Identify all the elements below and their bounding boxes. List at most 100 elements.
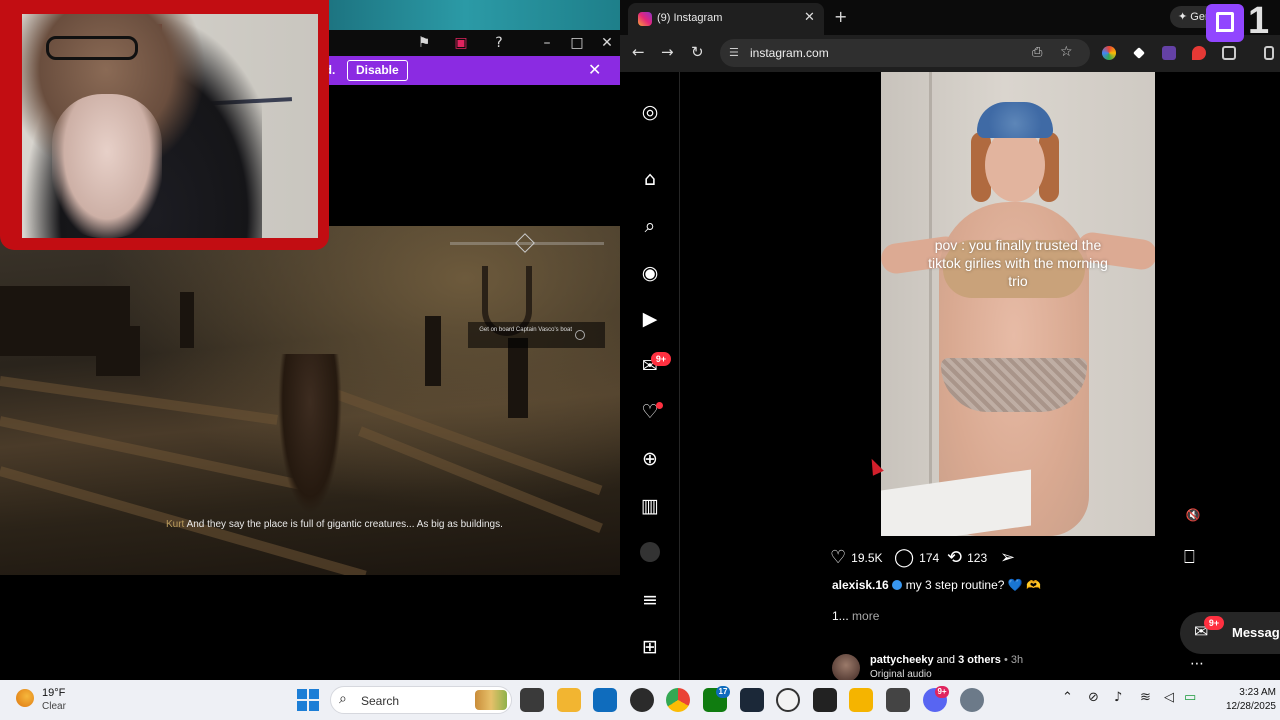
file-explorer-icon[interactable] [557, 688, 581, 712]
microsoft-store-icon[interactable] [593, 688, 617, 712]
also-from-meta-icon[interactable]: ⊞ [638, 635, 662, 659]
caption-text: my 3 step routine? 💙 🫶 [905, 578, 1041, 592]
reload-icon[interactable]: ↻ [691, 43, 704, 61]
caption-more: 1... more [832, 609, 879, 623]
epic-games-icon[interactable] [813, 688, 837, 712]
dock-post [508, 338, 528, 418]
back-icon[interactable]: ← [632, 43, 645, 61]
video-text-overlay: pov : you finally trusted the tiktok gir… [928, 237, 1108, 289]
repost-action[interactable]: ⟲ 123 [947, 547, 987, 569]
messages-button[interactable]: ✉ 9+ Messages [1180, 612, 1280, 654]
close-icon[interactable]: ✕ [588, 60, 601, 79]
instagram-logo-icon[interactable]: ◎ [638, 100, 662, 124]
video-subject-headband [977, 102, 1053, 138]
chrome-icon[interactable] [666, 688, 690, 712]
flag-icon[interactable]: ⚑ [413, 33, 435, 53]
dock-plank [298, 376, 603, 496]
save-bookmark-icon[interactable]: ⎕ [1184, 547, 1195, 568]
author-others[interactable]: 3 others [958, 654, 1001, 666]
windows-taskbar: 19°F Clear ⌕ Search 17 9+ ⌃ ⊘ ♪ ≋ ◁ ▭ 3:… [0, 680, 1280, 720]
chevron-up-icon[interactable]: ⌃ [1062, 690, 1073, 705]
windows-logo-icon [309, 701, 319, 711]
screen-record-icon[interactable]: ▣ [450, 33, 472, 53]
settings-gear-icon[interactable] [960, 688, 984, 712]
more-menu-icon[interactable]: ≡ [638, 588, 662, 612]
extensions-puzzle-icon[interactable] [1222, 46, 1236, 60]
archive-tool-icon[interactable] [886, 688, 910, 712]
profile-avatar[interactable] [640, 542, 660, 562]
obs-icon[interactable] [630, 688, 654, 712]
webcam-feed [22, 14, 318, 238]
network-off-icon[interactable]: ⊘ [1088, 690, 1099, 705]
microphone-icon[interactable]: ♪ [1114, 690, 1122, 705]
explore-icon[interactable]: ◉ [638, 261, 662, 285]
wifi-icon[interactable]: ≋ [1140, 690, 1151, 705]
extension-color-icon[interactable] [1102, 46, 1116, 60]
volume-icon[interactable]: ◁ [1164, 690, 1174, 705]
dashboard-icon[interactable]: ▥ [638, 494, 662, 518]
post-actions: ♡ 19.5K ◯ 174 ⟲ 123 ➢ ⎕ [830, 547, 1210, 569]
instagram-sidebar: ◎ ⌂ ⌕ ◉ ▶ ✉ 9+ ♡ ⊕ ▥ ≡ ⊞ [620, 72, 680, 680]
create-icon[interactable]: ⊕ [638, 447, 662, 471]
subtitle-speaker: Kurt [166, 519, 185, 530]
avatar[interactable] [832, 654, 860, 680]
extension-diamond-icon[interactable] [1133, 47, 1145, 59]
messages-badge: 9+ [651, 352, 671, 366]
tab-instagram[interactable]: (9) Instagram ✕ [628, 3, 824, 35]
more-link[interactable]: more [852, 609, 879, 623]
home-icon[interactable]: ⌂ [638, 167, 662, 191]
original-audio[interactable]: Original audio [870, 669, 932, 680]
new-tab-button[interactable]: + [834, 7, 847, 26]
comment-icon[interactable]: ◯ [894, 547, 914, 569]
like-action[interactable]: ♡ 19.5K [830, 547, 883, 569]
maximize-button[interactable]: □ [566, 33, 588, 53]
extension-red-icon[interactable] [1192, 46, 1206, 60]
clock[interactable]: 3:23 AM 12/28/2025 [1204, 686, 1276, 714]
start-button[interactable] [297, 689, 319, 711]
share-action[interactable]: ➢ [1000, 547, 1015, 569]
site-info-icon[interactable]: ☰ [729, 46, 739, 59]
mute-icon[interactable]: 🔇 [1182, 504, 1204, 526]
repost-count: 123 [967, 551, 988, 565]
corner-overlay-number: 1 [1248, 0, 1270, 42]
reel-video[interactable]: pov : you finally trusted the tiktok gir… [881, 72, 1155, 536]
task-view-icon[interactable] [520, 688, 544, 712]
windows-logo-icon [297, 701, 307, 711]
battery-icon[interactable]: ▭ [1184, 690, 1196, 705]
steam-icon[interactable] [740, 688, 764, 712]
bookmark-star-icon[interactable]: ☆ [1060, 44, 1073, 60]
forward-icon[interactable]: → [661, 43, 674, 61]
dialogue-subtitle: Kurt And they say the place is full of g… [166, 518, 506, 532]
compass-marker-icon [515, 233, 535, 253]
author-name[interactable]: pattycheeky [870, 654, 934, 666]
address-bar[interactable]: ☰ instagram.com ⎙ ☆ [720, 39, 1090, 67]
post-username[interactable]: alexisk.16 [832, 578, 889, 592]
notification-dot [656, 402, 663, 409]
game-viewport[interactable]: Get on board Captain Vasco's boat Kurt A… [0, 226, 620, 575]
share-icon[interactable]: ➢ [1000, 547, 1015, 569]
search-placeholder: Search [361, 694, 400, 708]
search-icon[interactable]: ⌕ [638, 214, 662, 238]
reels-icon[interactable]: ▶ [638, 307, 662, 331]
comment-action[interactable]: ◯ 174 [894, 547, 939, 569]
ubisoft-icon[interactable] [776, 688, 800, 712]
clock-time: 3:23 AM [1239, 687, 1276, 698]
rockstar-icon[interactable] [849, 688, 873, 712]
instagram-favicon-icon [638, 12, 652, 26]
repost-icon[interactable]: ⟲ [947, 547, 962, 569]
minimize-button[interactable]: – [536, 33, 558, 53]
heart-icon[interactable]: ♡ [830, 547, 846, 569]
close-window-button[interactable]: ✕ [596, 33, 618, 53]
like-count: 19.5K [851, 551, 883, 565]
post-options-icon[interactable]: ⋯ [1190, 656, 1204, 672]
install-app-icon[interactable]: ⎙ [1032, 45, 1042, 60]
taskbar-search[interactable]: ⌕ Search [330, 686, 512, 714]
tab-close-icon[interactable]: ✕ [804, 10, 815, 25]
extension-twitch-icon[interactable] [1162, 46, 1176, 60]
url-text[interactable]: instagram.com [750, 46, 829, 60]
weather-widget[interactable]: 19°F Clear [16, 685, 96, 715]
subtitle-text: And they say the place is full of gigant… [186, 519, 503, 530]
disable-button[interactable]: Disable [347, 60, 408, 81]
help-icon[interactable]: ? [488, 33, 510, 53]
side-panel-icon[interactable] [1264, 46, 1274, 60]
